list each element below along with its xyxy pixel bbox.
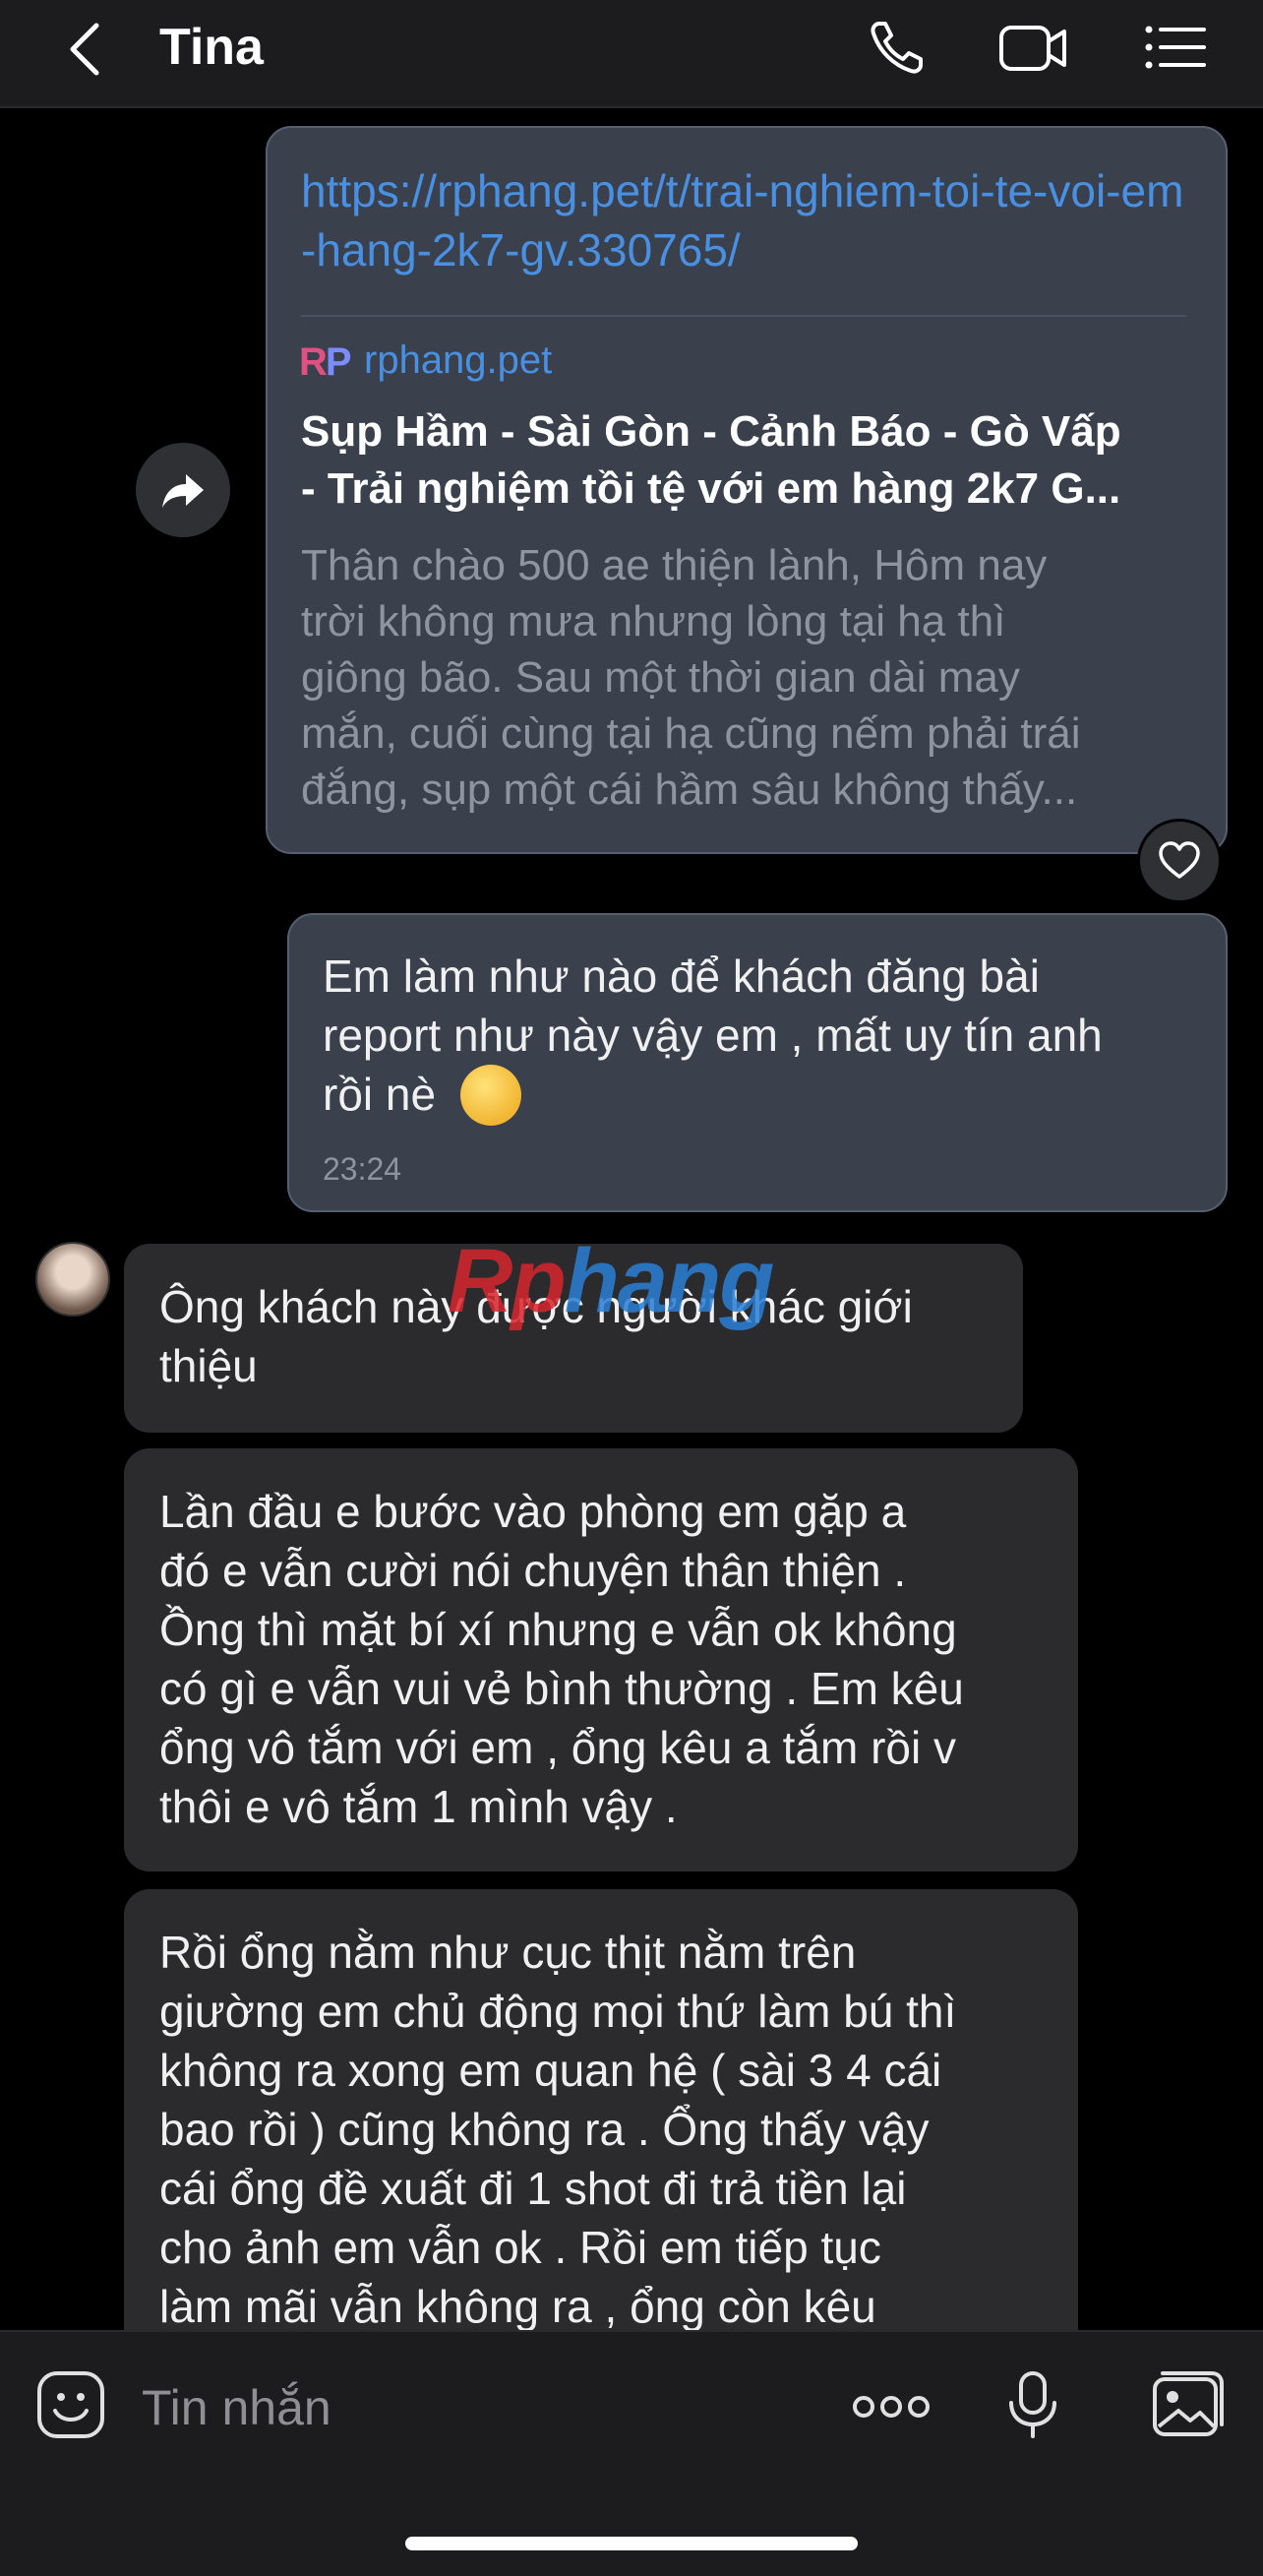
message-time: 23:24 xyxy=(323,1151,402,1187)
video-camera-icon[interactable] xyxy=(995,16,1070,79)
sticker-smiley-icon[interactable] xyxy=(35,2369,106,2440)
image-gallery-icon[interactable] xyxy=(1151,2369,1226,2440)
site-logo: RP xyxy=(299,340,352,384)
link-divider xyxy=(301,315,1186,317)
message-text: Lần đầu e bước vào phòng em gặp a đó e v… xyxy=(159,1486,964,1832)
home-indicator xyxy=(405,2537,858,2550)
chat-title[interactable]: Tina xyxy=(159,18,264,77)
list-menu-icon[interactable] xyxy=(1139,16,1214,79)
microphone-icon[interactable] xyxy=(1005,2369,1060,2440)
message-text: Em làm như nào để khách đăng bài report … xyxy=(323,951,1103,1120)
link-url[interactable]: https://rphang.pet/t/trai-nghiem-toi-te-… xyxy=(301,161,1186,279)
react-heart-button[interactable] xyxy=(1137,819,1222,903)
phone-icon[interactable] xyxy=(866,16,940,79)
share-button[interactable] xyxy=(136,443,230,537)
share-forward-icon xyxy=(162,474,204,508)
watermark: Rphang xyxy=(448,1231,774,1331)
heart-icon xyxy=(1159,841,1200,879)
more-dots-icon[interactable] xyxy=(850,2387,932,2426)
chat-header: Tina xyxy=(0,0,1263,108)
back-chevron-icon[interactable] xyxy=(61,20,110,79)
message-text: Rồi ổng nằm như cục thịt nằm trên giường… xyxy=(159,1927,957,2332)
link-description: Thân chào 500 ae thiện lành, Hôm nay trờ… xyxy=(301,541,1081,814)
message-composer xyxy=(0,2330,1263,2576)
pleading-face-emoji-icon xyxy=(460,1065,521,1126)
message-input[interactable] xyxy=(140,2369,773,2446)
site-domain[interactable]: rphang.pet xyxy=(364,338,552,383)
avatar[interactable] xyxy=(35,1242,110,1317)
link-title[interactable]: Sụp Hầm - Sài Gòn - Cảnh Báo - Gò Vấp - … xyxy=(301,403,1196,518)
